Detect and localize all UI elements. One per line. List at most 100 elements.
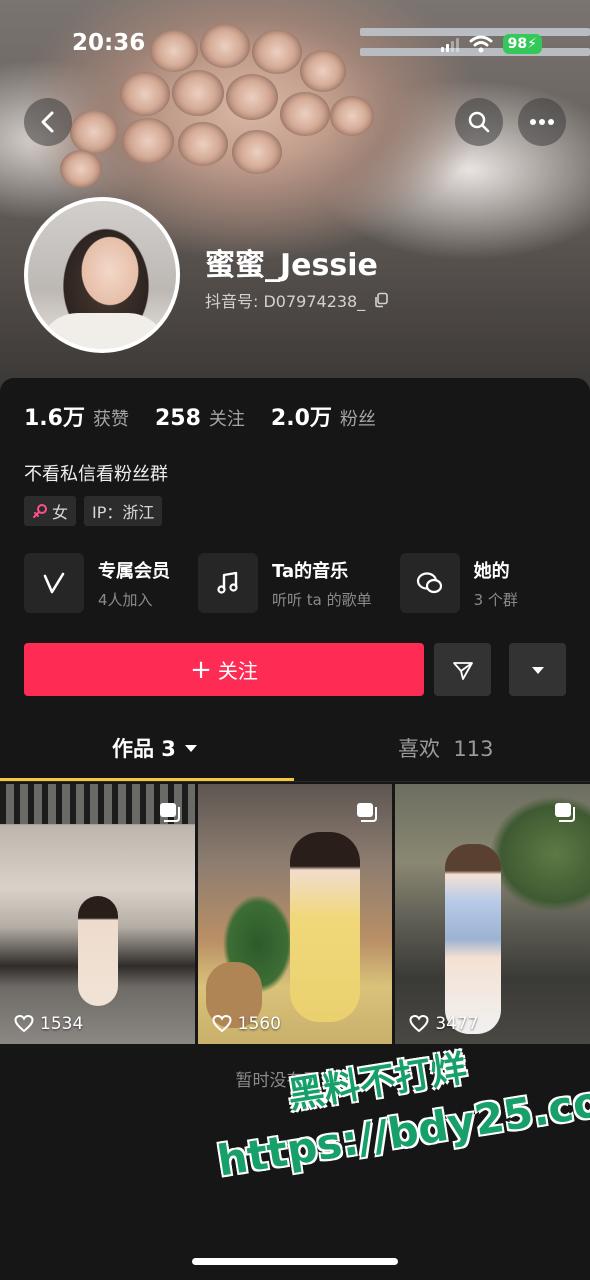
gender-label: 女 [52, 503, 69, 522]
banner-rose [330, 96, 374, 136]
stat-label: 获赞 [92, 409, 129, 430]
music-note-icon [217, 571, 238, 594]
back-button[interactable] [24, 98, 72, 146]
feature-title: Ta的音乐 [272, 560, 349, 582]
ip-tag: IP：浙江 [84, 496, 163, 526]
tags-row: 女 IP：浙江 [24, 496, 163, 526]
feature-group[interactable]: 她的 3 个群 [399, 553, 518, 613]
feature-icon-box [399, 553, 460, 613]
battery-level: 98 [507, 36, 528, 52]
stat-number: 1.6万 [24, 406, 85, 431]
feature-music[interactable]: Ta的音乐 听听 ta 的歌单 [198, 553, 372, 613]
feature-icon-box [198, 553, 258, 613]
features-row: 专属会员 4人加入 Ta的音乐 听听 ta 的歌单 她的 3 个群 [24, 553, 518, 613]
banner-rose [70, 110, 118, 154]
multi-image-icon [159, 803, 180, 822]
video-scene [78, 896, 118, 1006]
female-icon [33, 504, 47, 518]
stat-following[interactable]: 258 关注 [155, 405, 245, 431]
feature-title: 她的 [473, 560, 510, 582]
more-dots-icon [530, 119, 554, 125]
caret-down-icon [184, 745, 197, 752]
video-likes: 1560 [212, 1014, 281, 1034]
caret-down-icon [531, 666, 544, 674]
feature-subtitle: 3 个群 [473, 590, 518, 609]
status-time: 20:36 [72, 30, 146, 56]
douyin-id: 抖音号: D07974238_ [205, 292, 366, 311]
send-icon [452, 661, 473, 680]
banner-rose [120, 72, 170, 116]
tab-divider [0, 781, 590, 782]
more-button[interactable] [518, 98, 566, 146]
follow-button[interactable]: + 关注 [24, 643, 424, 696]
status-icons: 98⚡ [440, 34, 542, 54]
tab-likes[interactable]: 喜欢 113 [398, 733, 493, 763]
bio: 不看私信看粉丝群 [24, 464, 168, 485]
like-count: 1560 [237, 1014, 281, 1034]
stats-row: 1.6万 获赞 258 关注 2.0万 粉丝 [24, 400, 376, 432]
banner-rose [232, 130, 282, 174]
search-button[interactable] [455, 98, 503, 146]
stat-likes[interactable]: 1.6万 获赞 [24, 400, 129, 432]
wifi-icon [469, 35, 493, 53]
username: 蜜蜜_Jessie [205, 248, 378, 283]
copy-icon[interactable] [373, 292, 389, 308]
signal-icon [440, 36, 459, 52]
douyin-id-row[interactable]: 抖音号: D07974238_ [205, 288, 389, 312]
battery-indicator: 98⚡ [502, 34, 542, 54]
dropdown-button[interactable] [509, 643, 566, 696]
banner-rose [200, 24, 250, 68]
banner-rose [226, 74, 278, 120]
stat-label: 关注 [208, 409, 245, 430]
banner-rose [300, 50, 346, 92]
feature-subtitle: 听听 ta 的歌单 [272, 590, 372, 609]
multi-image-icon [555, 803, 576, 822]
video-likes: 1534 [14, 1014, 83, 1034]
avatar[interactable] [24, 197, 180, 353]
tab-works[interactable]: 作品 3 [112, 733, 198, 763]
banner-rose [172, 70, 224, 116]
share-button[interactable] [434, 643, 491, 696]
tab-likes-label: 喜欢 113 [398, 737, 494, 761]
gender-tag: 女 [24, 496, 77, 526]
charging-icon: ⚡ [527, 36, 537, 52]
search-icon [468, 111, 490, 133]
video-grid: 1534 1560 3477 [0, 784, 590, 1044]
stat-number: 2.0万 [270, 406, 332, 431]
feature-title: 专属会员 [98, 560, 170, 582]
plus-icon: + [190, 654, 212, 685]
feature-subtitle: 4人加入 [98, 590, 153, 609]
video-thumbnail[interactable]: 1534 [0, 784, 195, 1044]
stat-followers[interactable]: 2.0万 粉丝 [271, 400, 376, 432]
like-count: 3477 [435, 1014, 479, 1034]
video-thumbnail[interactable]: 3477 [395, 784, 590, 1044]
video-likes: 3477 [409, 1014, 479, 1034]
tab-works-label: 作品 3 [112, 737, 176, 761]
heart-icon [14, 1015, 34, 1033]
chevron-left-icon [41, 111, 54, 133]
banner-rose [252, 30, 302, 74]
video-thumbnail[interactable]: 1560 [197, 784, 393, 1044]
ip-label: IP：浙江 [92, 503, 155, 522]
banner-rose [60, 150, 102, 188]
multi-image-icon [357, 803, 378, 822]
feature-membership[interactable]: 专属会员 4人加入 [24, 553, 170, 613]
stat-label: 粉丝 [339, 409, 376, 430]
avatar-shirt [38, 313, 168, 349]
banner-rose [280, 92, 330, 136]
banner-rose [122, 118, 174, 164]
banner-rose [178, 122, 228, 166]
heart-icon [409, 1015, 429, 1033]
v-icon [43, 572, 65, 594]
stat-number: 258 [154, 406, 201, 431]
feature-icon-box [24, 553, 84, 613]
content-tabs: 作品 3 喜欢 113 [0, 723, 590, 782]
banner-rose [150, 30, 198, 72]
video-scene [445, 844, 502, 1034]
home-indicator[interactable] [192, 1258, 398, 1265]
video-scene [289, 832, 360, 1022]
heart-icon [212, 1015, 232, 1033]
chat-bubbles-icon [416, 572, 442, 594]
follow-label: 关注 [217, 659, 258, 683]
like-count: 1534 [40, 1014, 84, 1034]
